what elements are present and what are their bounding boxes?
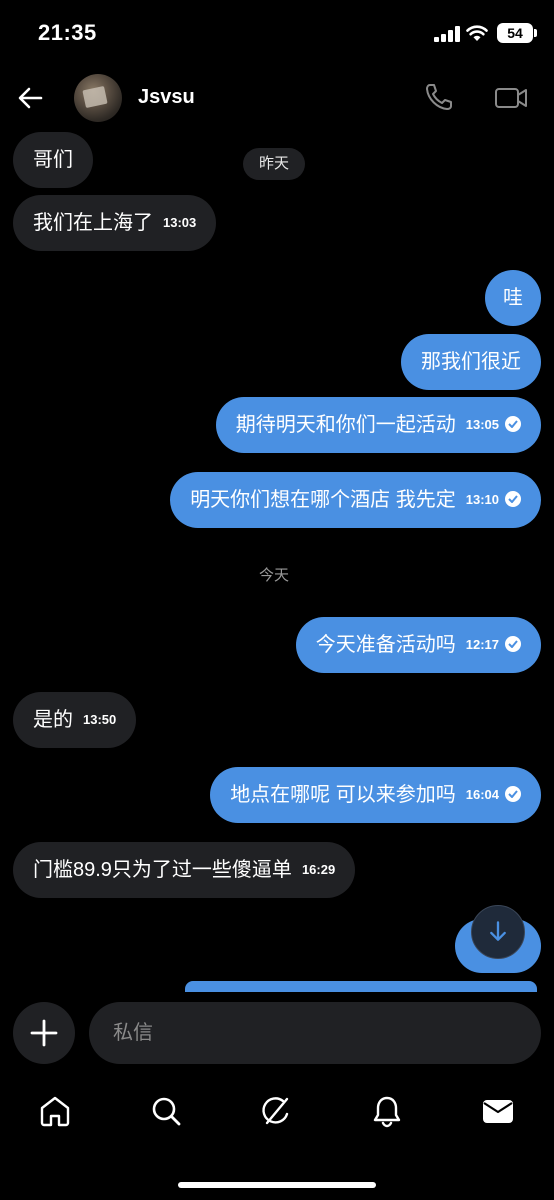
message-time: 13:05: [465, 416, 499, 432]
message-bubble-outgoing[interactable]: 期待明天和你们一起活动 13:05: [215, 397, 541, 453]
message-text: 明天你们想在哪个酒店 我先定: [190, 489, 456, 511]
message-text: 哥们: [33, 149, 73, 171]
read-check-icon: [505, 785, 521, 802]
message-text: 今天准备活动吗: [315, 634, 456, 656]
contact-name[interactable]: Jsvsu: [138, 86, 195, 109]
message-time: 16:04: [465, 786, 499, 802]
message-text: 地点在哪呢 可以来参加吗: [230, 784, 456, 806]
message-time: 12:17: [465, 636, 499, 652]
mail-icon[interactable]: [481, 1094, 515, 1128]
message-text: 我们在上海了: [33, 212, 153, 234]
search-icon[interactable]: [149, 1094, 183, 1128]
date-divider-today: 今天: [259, 567, 290, 584]
message-text: 门槛89.9只为了过一些傻逼单: [33, 859, 292, 881]
message-text: 哇: [503, 287, 523, 309]
message-time: 13:03: [163, 214, 197, 230]
message-text: 是的: [33, 709, 73, 731]
message-bubble-outgoing[interactable]: 地点在哪呢 可以来参加吗 16:04: [210, 767, 541, 823]
message-bubble-incoming[interactable]: 是的 13:50: [13, 692, 137, 748]
bell-icon[interactable]: [370, 1094, 404, 1128]
home-indicator: [178, 1182, 376, 1188]
message-time: 13:50: [83, 711, 117, 727]
phone-icon[interactable]: [424, 82, 454, 112]
status-bar: 21:35 54: [0, 0, 554, 66]
plus-icon: [30, 1019, 58, 1047]
message-text: 期待明天和你们一起活动: [235, 414, 456, 436]
status-time: 21:35: [38, 20, 97, 45]
message-bubble-incoming[interactable]: 哥们: [13, 132, 93, 188]
back-arrow-icon[interactable]: [16, 84, 44, 112]
read-check-icon: [505, 415, 521, 432]
read-check-icon: [505, 635, 521, 652]
message-bubble-incoming[interactable]: 我们在上海了 13:03: [13, 195, 217, 251]
message-bubble-outgoing[interactable]: 明天你们想在哪个酒店 我先定 13:10: [170, 472, 541, 528]
message-time: 13:10: [465, 491, 499, 507]
message-input[interactable]: [89, 1002, 541, 1064]
home-icon[interactable]: [38, 1094, 72, 1128]
avatar[interactable]: [74, 74, 122, 122]
composer: [0, 992, 554, 1078]
message-time: 16:29: [301, 861, 336, 877]
message-bubble-outgoing[interactable]: 那我们很近: [401, 334, 541, 390]
message-bubble-incoming[interactable]: 门槛89.9只为了过一些傻逼单 16:29: [13, 842, 356, 898]
message-bubble-outgoing[interactable]: 今天准备活动吗 12:17: [295, 617, 541, 673]
battery-icon: 54: [497, 23, 537, 43]
chat-header: Jsvsu: [0, 66, 554, 130]
signal-icon: [434, 26, 460, 42]
message-bubble-outgoing[interactable]: 哇: [485, 270, 541, 326]
add-attachment-button[interactable]: [13, 1002, 75, 1064]
grok-icon[interactable]: [259, 1094, 293, 1128]
wifi-icon: [466, 25, 488, 41]
scroll-down-button[interactable]: [471, 905, 525, 959]
date-divider-yesterday: 昨天: [243, 148, 306, 180]
message-text: 那我们很近: [421, 351, 521, 373]
read-check-icon: [505, 490, 521, 507]
video-icon[interactable]: [494, 84, 528, 112]
